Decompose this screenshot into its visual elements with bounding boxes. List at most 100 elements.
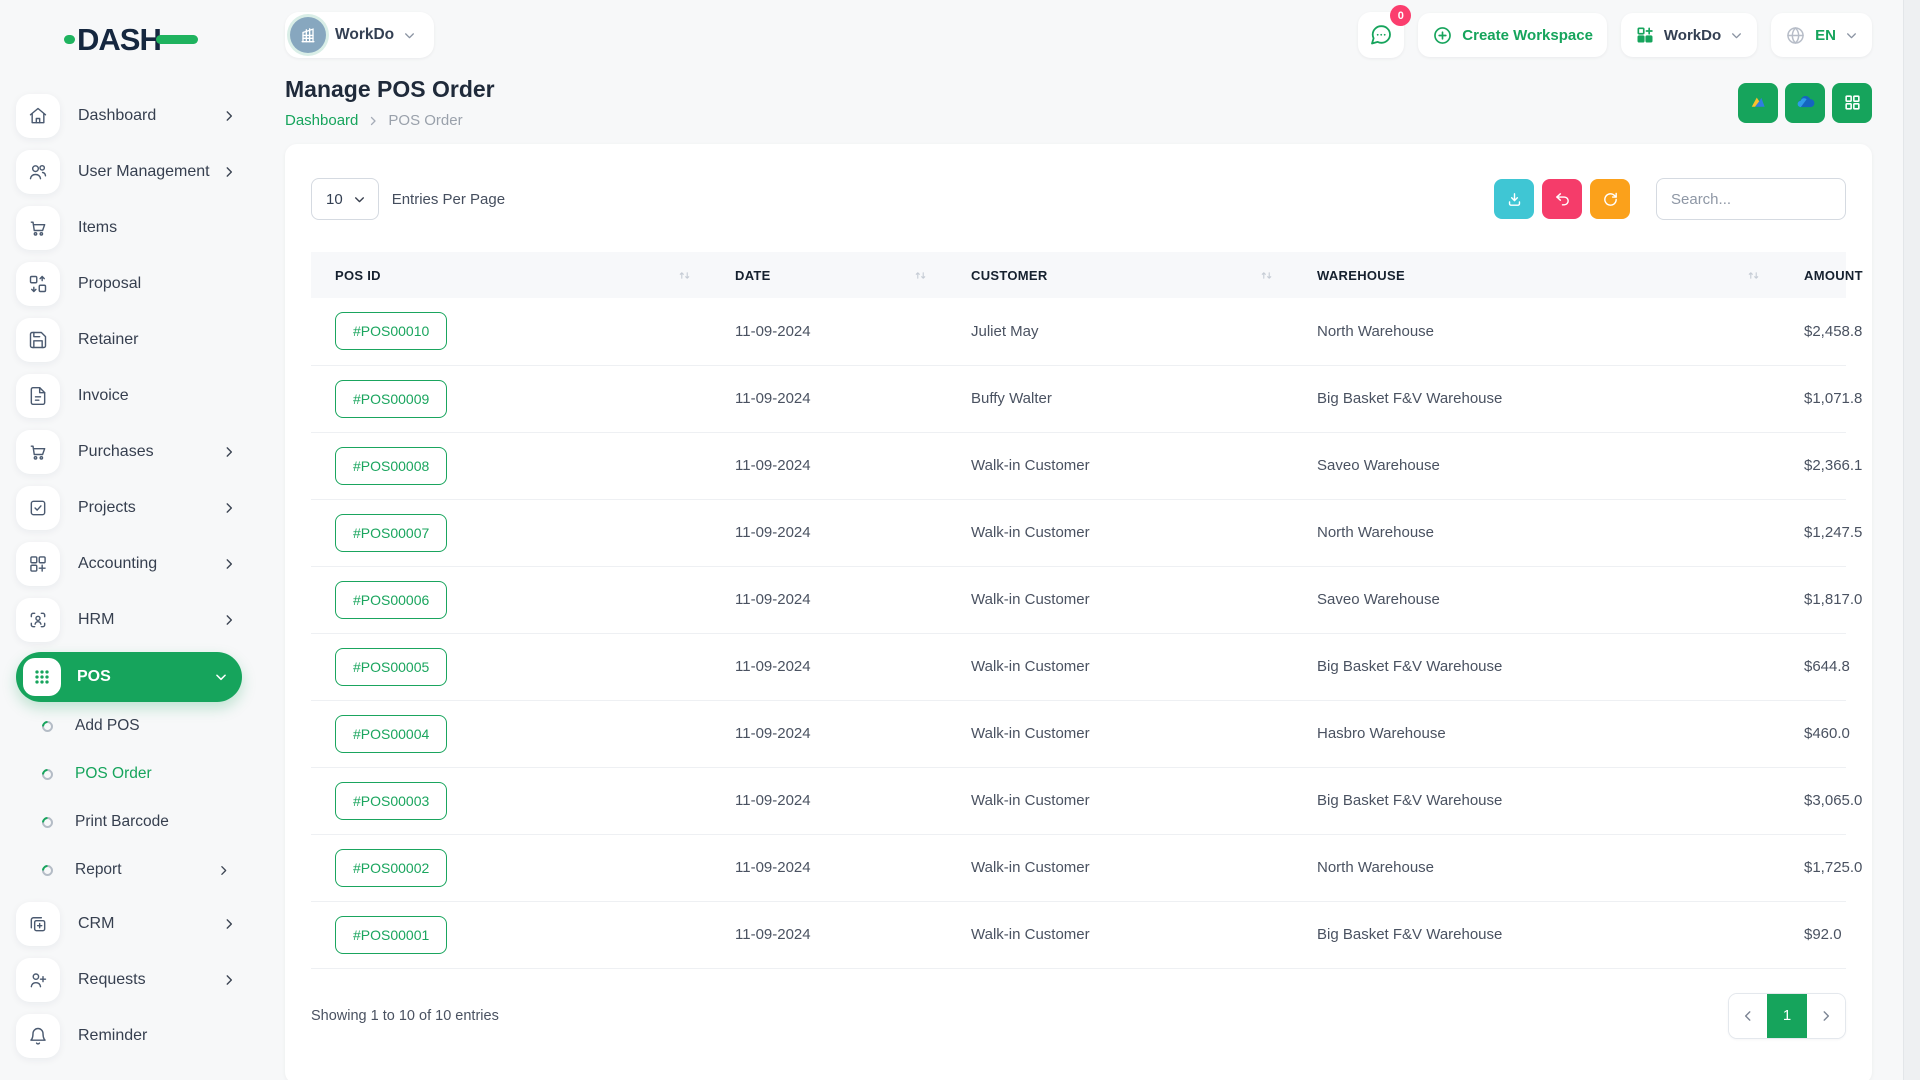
column-header-pos-id[interactable]: POS ID — [311, 252, 711, 298]
google-drive-button[interactable] — [1738, 83, 1778, 123]
customer-cell: Walk-in Customer — [947, 901, 1293, 968]
chevron-right-icon — [222, 917, 236, 931]
sidebar-item-label: Items — [78, 219, 242, 237]
column-header-date[interactable]: DATE — [711, 252, 947, 298]
table-row: #POS00009 11-09-2024 Buffy Walter Big Ba… — [311, 365, 1846, 432]
column-header-warehouse[interactable]: WAREHOUSE — [1293, 252, 1780, 298]
sidebar-item-label: Dashboard — [78, 107, 222, 125]
pos-id-link[interactable]: #POS00006 — [335, 581, 447, 619]
refresh-icon — [1602, 191, 1619, 208]
sidebar-item-projects[interactable]: Projects — [16, 480, 242, 536]
column-header-customer[interactable]: CUSTOMER — [947, 252, 1293, 298]
date-cell: 11-09-2024 — [711, 767, 947, 834]
sidebar-item-label: Purchases — [78, 443, 222, 461]
undo-button[interactable] — [1542, 179, 1582, 219]
sidebar-subitem-report[interactable]: Report — [16, 846, 242, 894]
grid-view-button[interactable] — [1832, 83, 1872, 123]
sidebar: DASH Dashboard User Management Items Pro… — [0, 0, 256, 1080]
sidebar-subitem-print-barcode[interactable]: Print Barcode — [16, 798, 242, 846]
amount-cell: $92.0 — [1780, 901, 1846, 968]
showing-entries-text: Showing 1 to 10 of 10 entries — [311, 1008, 499, 1024]
workdo-app-menu[interactable]: WorkDo — [1621, 13, 1757, 57]
sidebar-item-crm[interactable]: CRM — [16, 896, 242, 952]
sidebar-item-invoice[interactable]: Invoice — [16, 368, 242, 424]
export-download-button[interactable] — [1494, 179, 1534, 219]
sidebar-item-label: CRM — [78, 915, 222, 933]
sort-icon — [678, 269, 691, 282]
pos-id-link[interactable]: #POS00005 — [335, 648, 447, 686]
sidebar-subitem-add-pos[interactable]: Add POS — [16, 702, 242, 750]
undo-icon — [1554, 191, 1571, 208]
chevron-right-icon — [222, 613, 236, 627]
sidebar-item-label: Projects — [78, 499, 222, 517]
language-label: EN — [1815, 27, 1836, 44]
customer-cell: Walk-in Customer — [947, 432, 1293, 499]
download-icon — [1506, 191, 1523, 208]
entries-per-page-label: Entries Per Page — [392, 191, 505, 208]
workspace-selector[interactable]: WorkDo — [285, 12, 434, 58]
breadcrumb-dashboard-link[interactable]: Dashboard — [285, 112, 358, 129]
page-number-button[interactable]: 1 — [1767, 994, 1807, 1038]
pos-id-link[interactable]: #POS00009 — [335, 380, 447, 418]
sort-icon — [1260, 269, 1273, 282]
customer-cell: Walk-in Customer — [947, 700, 1293, 767]
home-icon — [16, 94, 60, 138]
entries-per-page-select[interactable]: 10 — [311, 178, 379, 220]
onedrive-button[interactable] — [1785, 83, 1825, 123]
sidebar-subitem-label: Add POS — [75, 717, 242, 735]
refresh-button[interactable] — [1590, 179, 1630, 219]
messages-button[interactable]: 0 — [1358, 12, 1404, 58]
check-square-icon — [16, 486, 60, 530]
warehouse-cell: Hasbro Warehouse — [1293, 700, 1780, 767]
previous-page-button[interactable] — [1729, 994, 1767, 1038]
language-selector[interactable]: EN — [1771, 13, 1872, 57]
pos-id-link[interactable]: #POS00002 — [335, 849, 447, 887]
cart-icon — [16, 206, 60, 250]
sidebar-item-accounting[interactable]: Accounting — [16, 536, 242, 592]
grid-icon — [1843, 93, 1862, 112]
pos-id-link[interactable]: #POS00001 — [335, 916, 447, 954]
dash-logo[interactable]: DASH — [64, 20, 242, 58]
table-row: #POS00002 11-09-2024 Walk-in Customer No… — [311, 834, 1846, 901]
amount-cell: $1,071.8 — [1780, 365, 1846, 432]
sidebar-item-label: Retainer — [78, 331, 242, 349]
next-page-button[interactable] — [1807, 994, 1845, 1038]
bullet-icon — [40, 718, 56, 734]
breadcrumb-current: POS Order — [388, 112, 462, 129]
sidebar-item-user-management[interactable]: User Management — [16, 144, 242, 200]
page-title: Manage POS Order — [285, 76, 495, 103]
customer-cell: Walk-in Customer — [947, 499, 1293, 566]
sidebar-item-purchases[interactable]: Purchases — [16, 424, 242, 480]
date-cell: 11-09-2024 — [711, 365, 947, 432]
table-row: #POS00004 11-09-2024 Walk-in Customer Ha… — [311, 700, 1846, 767]
warehouse-cell: Big Basket F&V Warehouse — [1293, 633, 1780, 700]
amount-cell: $2,366.1 — [1780, 432, 1846, 499]
sidebar-item-proposal[interactable]: Proposal — [16, 256, 242, 312]
sidebar-item-reminder[interactable]: Reminder — [16, 1008, 242, 1064]
user-plus-icon — [16, 958, 60, 1002]
sidebar-subitem-pos-order[interactable]: POS Order — [16, 750, 242, 798]
pos-id-link[interactable]: #POS00008 — [335, 447, 447, 485]
customer-cell: Walk-in Customer — [947, 633, 1293, 700]
pos-id-link[interactable]: #POS00004 — [335, 715, 447, 753]
chevron-down-icon — [403, 29, 416, 42]
bullet-icon — [40, 814, 56, 830]
sidebar-subitem-label: Print Barcode — [75, 813, 242, 831]
chevron-right-icon — [222, 557, 236, 571]
page-scrollbar[interactable] — [1903, 0, 1920, 1080]
chevron-down-icon — [214, 670, 228, 684]
sidebar-item-requests[interactable]: Requests — [16, 952, 242, 1008]
pos-id-link[interactable]: #POS00010 — [335, 312, 447, 350]
sidebar-item-items[interactable]: Items — [16, 200, 242, 256]
pos-id-link[interactable]: #POS00007 — [335, 514, 447, 552]
search-input[interactable] — [1656, 178, 1846, 220]
pos-id-link[interactable]: #POS00003 — [335, 782, 447, 820]
create-workspace-button[interactable]: Create Workspace — [1418, 13, 1607, 57]
workspace-avatar — [290, 17, 326, 53]
bullet-icon — [40, 862, 56, 878]
sidebar-item-dashboard[interactable]: Dashboard — [16, 88, 242, 144]
sidebar-item-retainer[interactable]: Retainer — [16, 312, 242, 368]
column-header-amount[interactable]: AMOUNT — [1780, 252, 1846, 298]
sidebar-item-pos[interactable]: POS — [16, 652, 242, 702]
sidebar-item-hrm[interactable]: HRM — [16, 592, 242, 648]
